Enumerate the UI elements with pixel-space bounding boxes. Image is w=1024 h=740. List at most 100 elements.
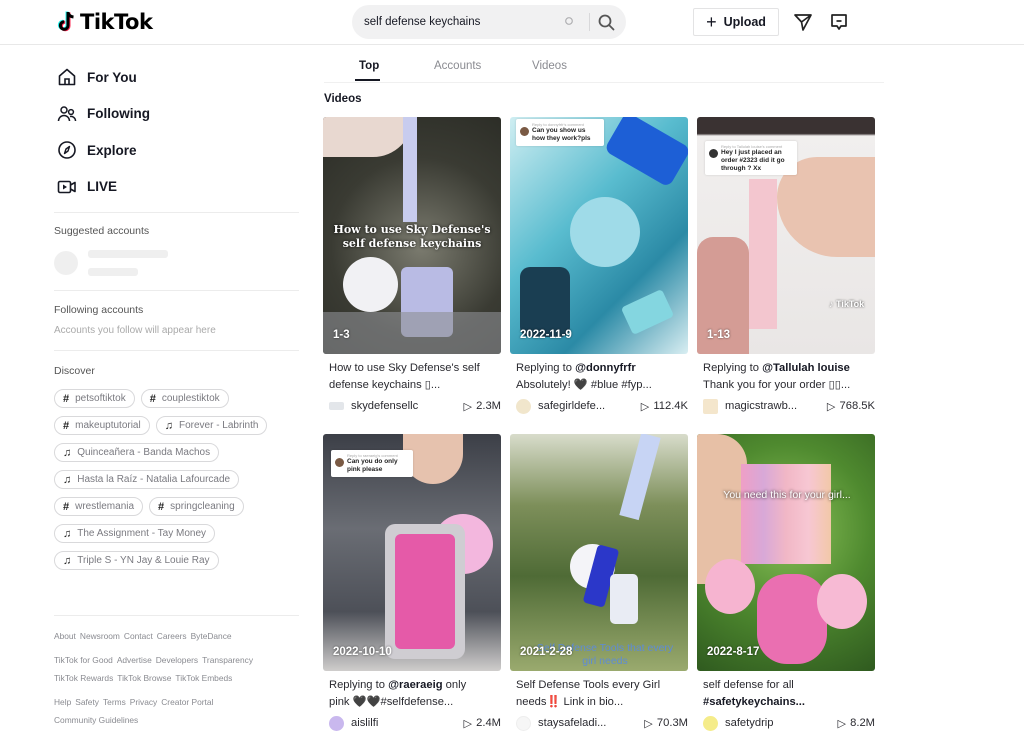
thumb-pompom [570,197,640,267]
search-button[interactable] [595,12,617,32]
video-thumbnail[interactable]: You need this for your girl... 2022-8-17 [697,434,875,671]
caption-rest: only [442,679,467,691]
nav-live[interactable]: LIVE [54,169,299,206]
top-bar: TikTok + Upload [0,0,1024,45]
caption-mention[interactable]: @Tallulah louise [762,362,850,374]
thumb-strap [403,117,417,222]
caption-mention[interactable]: @donnyfrfr [575,362,636,374]
caption-text: Absolutely! 🖤 #blue #fyp... [516,379,652,391]
footer-links: About Newsroom Contact Careers ByteDance… [54,632,299,724]
thumb-car-key [520,267,570,337]
footer-link[interactable]: TikTok for Good [54,656,113,665]
avatar[interactable] [703,398,718,414]
video-caption[interactable]: Self Defense Tools every Girl needs‼️ Li… [510,677,688,711]
caption-hashtag[interactable]: #safetykeychains... [703,696,805,708]
tab-accounts[interactable]: Accounts [434,60,481,72]
video-caption[interactable]: How to use Sky Defense's self defense ke… [323,360,501,394]
video-thumbnail[interactable]: How to use Sky Defense's self defense ke… [323,117,501,354]
messages-button[interactable] [828,11,850,33]
video-author[interactable]: safegirldefe... [538,400,627,412]
nav-following[interactable]: Following [54,96,299,133]
discover-music[interactable]: ♫ The Assignment - Tay Money [54,524,216,543]
video-meta: skydefensellc ▷ 2.3M [323,397,501,415]
footer-link[interactable]: ByteDance [191,632,232,641]
footer-link[interactable]: Safety [75,698,99,707]
video-thumbnail[interactable]: Reply to raeraeig's comment Can you do o… [323,434,501,671]
tiktok-logo[interactable]: TikTok [57,9,153,35]
video-author[interactable]: safetydrip [725,717,824,729]
footer-link[interactable]: Careers [157,632,187,641]
discover-music[interactable]: ♫ Triple S - YN Jay & Louie Ray [54,551,219,570]
footer-link[interactable]: Developers [156,656,198,665]
discover-hashtag[interactable]: # petsoftiktok [54,389,135,408]
tag-label: makeuptutorial [75,420,141,431]
view-count: 2.3M [476,400,501,412]
video-author[interactable]: skydefensellc [351,400,450,412]
view-count: 70.3M [656,717,688,729]
video-author[interactable]: aislilfi [351,717,450,729]
discover-hashtag[interactable]: # springcleaning [149,497,244,516]
caption-prefix: self defense for all [703,679,794,691]
hashtag-icon: # [158,500,165,513]
thumb-bottle [610,574,638,624]
video-thumbnail[interactable]: Reply to donnyfrfr's comment Can you sho… [510,117,688,354]
video-caption[interactable]: self defense for all #safetykeychains... [697,677,875,711]
nav-for-you[interactable]: For You [54,59,299,96]
discover-music[interactable]: ♫ Quinceañera - Banda Machos [54,443,220,462]
video-views: ▷ 112.4K [641,400,688,413]
video-caption[interactable]: Replying to @donnyfrfr Absolutely! 🖤 #blu… [510,360,688,394]
discover-music[interactable]: ♫ Hasta la Raíz - Natalia Lafourcade [54,470,240,489]
video-thumbnail[interactable]: Reply to Tallulah louise's comment Hey I… [697,117,875,354]
footer-link[interactable]: TikTok Embeds [175,673,232,682]
video-thumbnail[interactable]: Self Defense Tools that every girl needs… [510,434,688,671]
hashtag-icon: # [149,392,156,405]
footer-link[interactable]: Creator Portal [161,698,213,707]
thumb-pompom [817,574,867,629]
avatar[interactable] [703,715,718,731]
reply-bubble: Reply to Tallulah louise's comment Hey I… [705,141,797,176]
tab-videos[interactable]: Videos [532,60,567,72]
footer-link[interactable]: Contact [124,632,153,641]
video-date: 2022-10-10 [333,646,392,658]
nav-label: LIVE [87,179,118,195]
footer-link[interactable]: TikTok Rewards [54,673,113,682]
footer-link[interactable]: Advertise [117,656,152,665]
reply-avatar [335,458,344,467]
avatar[interactable] [516,715,531,731]
avatar[interactable] [329,715,344,731]
avatar[interactable] [516,398,531,414]
footer-link[interactable]: About [54,632,76,641]
tab-top[interactable]: Top [359,60,379,72]
clear-icon[interactable] [564,16,574,26]
nav-explore[interactable]: Explore [54,132,299,169]
footer-link[interactable]: Terms [103,698,126,707]
discover-music[interactable]: ♫ Forever - Labrinth [155,416,268,435]
video-author[interactable]: magicstrawb... [725,400,813,412]
caption-prefix: Replying to [329,679,389,691]
discover-hashtag[interactable]: # makeuptutorial [54,416,150,435]
view-count: 8.2M [850,717,875,729]
search-input[interactable] [352,16,552,28]
video-card: Reply to Tallulah louise's comment Hey I… [697,117,875,415]
video-caption[interactable]: Replying to @Tallulah louise Thank you fo… [697,360,875,394]
footer-link[interactable]: TikTok Browse [117,673,171,682]
caption-mention[interactable]: @raeraeig [388,679,442,691]
users-icon [56,103,78,125]
upload-button[interactable]: + Upload [693,8,779,36]
avatar[interactable] [329,402,344,410]
reply-comment: Can you do only pink please [347,458,398,473]
footer-link[interactable]: Help [54,698,71,707]
footer-link[interactable]: Transparency [202,656,253,665]
music-note-icon: ♫ [63,527,72,540]
footer-link[interactable]: Community Guidelines [54,715,138,724]
video-caption[interactable]: Replying to @raeraeig only pink 🖤🖤#selfde… [323,677,501,711]
video-date: 1-3 [333,329,350,341]
play-icon: ▷ [640,400,650,413]
footer-link[interactable]: Newsroom [80,632,120,641]
footer-link[interactable]: Privacy [130,698,157,707]
video-author[interactable]: staysafeladi... [538,717,630,729]
discover-hashtag[interactable]: # wrestlemania [54,497,144,516]
thumb-pink-tools [395,534,455,649]
inbox-send-button[interactable] [792,11,814,33]
discover-hashtag[interactable]: # couplestiktok [140,389,229,408]
